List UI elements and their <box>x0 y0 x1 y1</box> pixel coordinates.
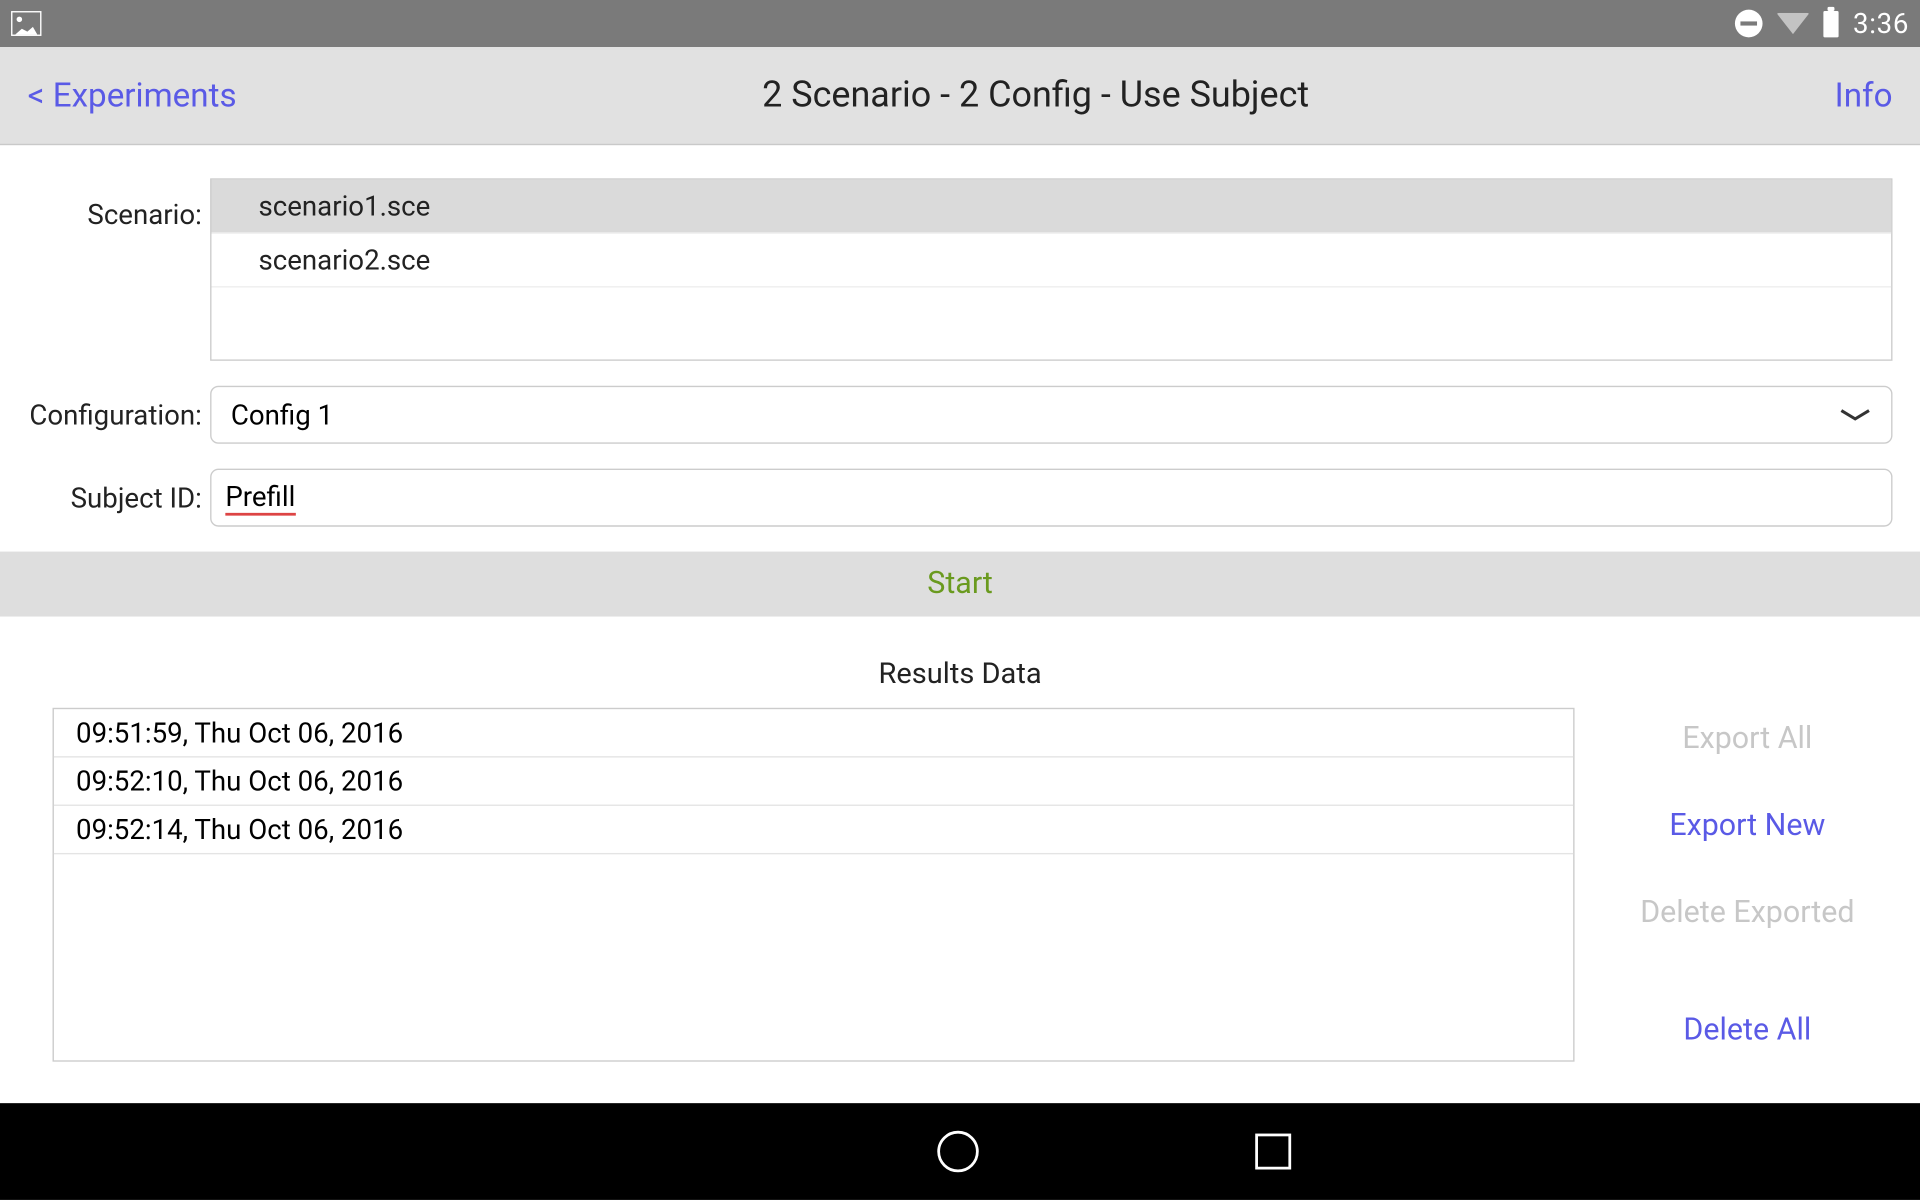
nav-recent-button[interactable] <box>1255 1134 1291 1170</box>
app-bar: < Experiments 2 Scenario - 2 Config - Us… <box>0 47 1920 145</box>
subject-id-value: Prefill <box>225 480 295 516</box>
scenario-list-item[interactable]: scenario1.sce <box>212 180 1892 234</box>
results-list[interactable]: 09:51:59, Thu Oct 06, 2016 09:52:10, Thu… <box>53 708 1575 1062</box>
back-button[interactable]: < Experiments <box>28 76 237 115</box>
delete-all-button[interactable]: Delete All <box>1602 1008 1892 1054</box>
nav-back-button[interactable] <box>630 1128 660 1175</box>
subject-id-label: Subject ID: <box>28 481 210 514</box>
export-new-button[interactable]: Export New <box>1602 803 1892 849</box>
results-list-item[interactable]: 09:52:14, Thu Oct 06, 2016 <box>54 806 1573 854</box>
status-bar: 3:36 <box>0 0 1920 47</box>
configuration-value: Config 1 <box>231 398 333 431</box>
results-list-item[interactable]: 09:51:59, Thu Oct 06, 2016 <box>54 709 1573 757</box>
export-all-button[interactable]: Export All <box>1602 716 1892 762</box>
battery-icon <box>1824 10 1839 36</box>
picture-notification-icon <box>11 11 41 36</box>
scenario-listbox[interactable]: scenario1.sce scenario2.sce <box>210 178 1892 360</box>
chevron-down-icon <box>1839 408 1872 422</box>
info-button[interactable]: Info <box>1835 76 1893 115</box>
nav-home-button[interactable] <box>937 1131 978 1172</box>
android-nav-bar <box>0 1103 1920 1200</box>
scenario-label: Scenario: <box>28 178 210 231</box>
subject-id-input[interactable]: Prefill <box>210 469 1892 527</box>
wifi-icon <box>1777 13 1810 34</box>
page-title: 2 Scenario - 2 Config - Use Subject <box>762 75 1309 116</box>
results-list-item[interactable]: 09:52:10, Thu Oct 06, 2016 <box>54 758 1573 806</box>
do-not-disturb-icon <box>1735 10 1763 38</box>
delete-exported-button[interactable]: Delete Exported <box>1602 890 1892 936</box>
start-button[interactable]: Start <box>0 552 1920 617</box>
configuration-select[interactable]: Config 1 <box>210 386 1892 444</box>
results-heading: Results Data <box>28 658 1893 691</box>
configuration-label: Configuration: <box>28 398 210 431</box>
status-time: 3:36 <box>1853 7 1909 40</box>
scenario-list-item[interactable]: scenario2.sce <box>212 234 1892 288</box>
